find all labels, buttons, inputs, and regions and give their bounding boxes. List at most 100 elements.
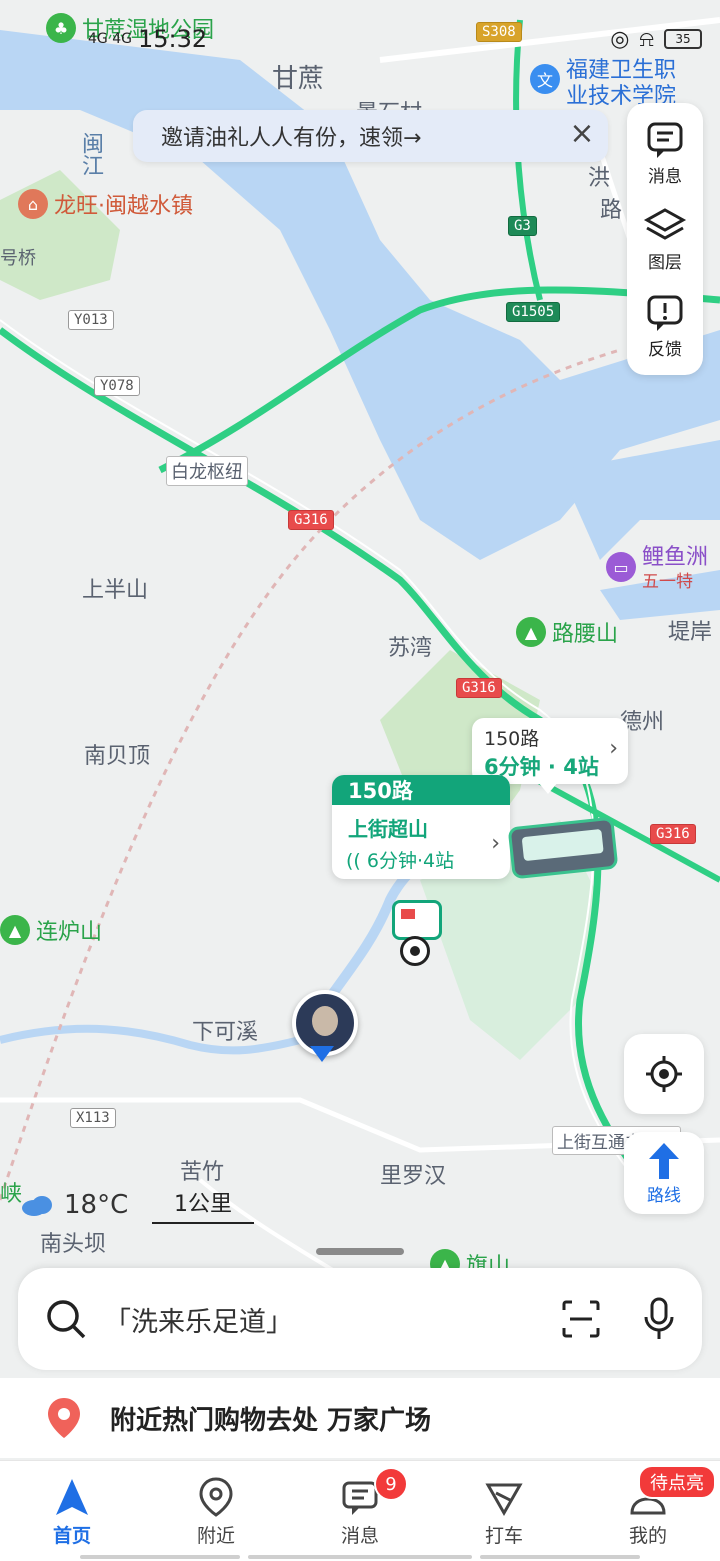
chevron-right-icon: › xyxy=(609,736,618,761)
nav-taxi[interactable]: 打车 xyxy=(432,1461,576,1561)
poi-luyaoshan-label: 路腰山 xyxy=(552,622,619,647)
map-label-hong: 洪 xyxy=(588,166,611,191)
search-input[interactable]: 「洗来乐足道」 xyxy=(104,1300,560,1339)
message-badge: 9 xyxy=(374,1467,408,1501)
bus-eta: (( 6分钟·4站 xyxy=(332,842,510,877)
mountain-icon: ▲ xyxy=(516,617,546,647)
map-label-bailong: 白龙枢纽 xyxy=(166,456,248,486)
map-label-liluohan: 里罗汉 xyxy=(380,1164,447,1189)
nav-messages-label: 消息 xyxy=(340,1524,379,1547)
message-icon xyxy=(647,122,683,158)
bus-stop-name: 上街超山 xyxy=(348,817,428,841)
network-indicator: 4G 4G xyxy=(88,31,132,47)
scan-icon[interactable] xyxy=(560,1298,602,1340)
status-bar: 4G 4G 15:32 ◎ ⍾ 35 xyxy=(88,22,702,56)
map-label-haoqiao: 号桥 xyxy=(0,248,36,269)
temperature: 18°C xyxy=(64,1190,129,1220)
route-arrow-icon xyxy=(649,1142,679,1179)
suggestion-text: 附近热门购物去处 万家广场 xyxy=(110,1405,432,1436)
nav-messages[interactable]: 消息 9 xyxy=(288,1461,432,1561)
poi-liyuzhou[interactable]: ▭ 鲤鱼洲 五一特 xyxy=(606,546,708,594)
nav-home[interactable]: 首页 xyxy=(0,1461,144,1561)
location-icon: ◎ xyxy=(610,26,630,52)
nav-underline xyxy=(80,1555,640,1559)
bus-arrival-bubble-main[interactable]: 150路 上街超山 (( 6分钟·4站 › xyxy=(332,775,510,879)
nav-nearby[interactable]: 附近 xyxy=(144,1461,288,1561)
messages-label: 消息 xyxy=(648,166,682,187)
nav-nearby-label: 附近 xyxy=(196,1524,235,1547)
nav-mine-label: 我的 xyxy=(628,1524,667,1547)
route-label: 路线 xyxy=(647,1185,681,1206)
close-icon[interactable]: × xyxy=(568,119,596,149)
drag-handle[interactable] xyxy=(316,1248,404,1255)
map-label-dian: 堤岸 xyxy=(668,620,713,645)
feedback-icon xyxy=(647,295,683,332)
road-sign-g316: G316 xyxy=(288,510,334,530)
school-icon: 文 xyxy=(530,64,560,94)
poi-lianlushan[interactable]: ▲ 连炉山 xyxy=(0,914,102,946)
road-sign-g1505: G1505 xyxy=(506,302,561,322)
scenic-icon: ⌂ xyxy=(18,189,48,219)
battery-icon: 35 xyxy=(664,29,702,49)
bottom-nav: 首页 附近 消息 9 打车 我的 待点亮 xyxy=(0,1460,720,1561)
locate-button[interactable] xyxy=(624,1034,704,1114)
promo-banner-text: 邀请油礼人人有份，速领→ xyxy=(161,126,422,151)
map-label-nanbeiding: 南贝顶 xyxy=(84,744,151,769)
route-button[interactable]: 路线 xyxy=(624,1132,704,1214)
poi-liyuzhou-label: 鲤鱼洲 xyxy=(642,545,709,570)
road-sign-x113: X113 xyxy=(70,1108,116,1128)
search-icon xyxy=(47,1300,86,1339)
map-label-lu: 路 xyxy=(600,198,623,223)
map-label-minjiang: 闽江 xyxy=(78,132,103,176)
search-bar[interactable]: 「洗来乐足道」 xyxy=(18,1268,702,1370)
hotel-icon: ▭ xyxy=(606,552,636,582)
microphone-icon[interactable] xyxy=(642,1297,676,1341)
map-label-nantouba: 南头坝 xyxy=(40,1232,107,1257)
bus-eta-text: 6分钟·4站 xyxy=(366,850,455,872)
feedback-button[interactable]: 反馈 xyxy=(643,291,687,360)
chevron-right-icon: › xyxy=(491,831,500,856)
promo-banner[interactable]: 邀请油礼人人有份，速领→ × xyxy=(133,110,608,162)
road-sign-g316: G316 xyxy=(650,824,696,844)
map-label-xia: 峡 xyxy=(0,1182,23,1207)
poi-lianlushan-label: 连炉山 xyxy=(36,920,103,945)
navigation-arrow-icon xyxy=(56,1478,88,1515)
poi-longwang[interactable]: ⌂ 龙旺·闽越水镇 xyxy=(18,188,193,220)
map-scale: 1公里 xyxy=(152,1186,254,1224)
road-sign-y013: Y013 xyxy=(68,310,114,330)
taxi-icon xyxy=(485,1483,523,1516)
status-time: 15:32 xyxy=(137,25,208,53)
layers-icon xyxy=(643,208,687,241)
tree-icon: ♣ xyxy=(46,13,76,43)
mute-bell-icon: ⍾ xyxy=(639,26,654,52)
layers-label: 图层 xyxy=(648,253,682,274)
weather-widget[interactable]: 18°C xyxy=(20,1190,128,1220)
map-label-kuzhu: 苦竹 xyxy=(180,1160,225,1185)
poi-luyaoshan[interactable]: ▲ 路腰山 xyxy=(516,616,618,648)
bubble-pointer xyxy=(538,782,558,794)
messages-button[interactable]: 消息 xyxy=(643,118,687,187)
bus-vehicle-icon[interactable] xyxy=(507,816,619,880)
map-label-suwan: 苏湾 xyxy=(388,636,433,661)
user-direction-icon xyxy=(310,1046,334,1062)
nav-home-label: 首页 xyxy=(52,1524,91,1547)
cloud-icon xyxy=(22,1196,52,1216)
poi-college-label-1: 福建卫生职 xyxy=(566,58,677,83)
bus-route-header: 150路 xyxy=(332,775,510,805)
road-sign-y078: Y078 xyxy=(94,376,140,396)
suggestion-row[interactable]: 附近热门购物去处 万家广场 xyxy=(0,1378,720,1458)
poi-longwang-label: 龙旺·闽越水镇 xyxy=(54,194,193,219)
map-tools-panel: 消息 图层 反馈 xyxy=(627,103,703,375)
nav-mine[interactable]: 我的 待点亮 xyxy=(576,1461,720,1561)
feedback-label: 反馈 xyxy=(648,340,682,361)
layers-button[interactable]: 图层 xyxy=(643,204,687,273)
poi-liyuzhou-sub: 五一特 xyxy=(642,572,693,592)
bus-stop-icon[interactable] xyxy=(392,900,442,940)
mountain-icon: ▲ xyxy=(0,915,30,945)
map-label-ganzhe: 甘蔗 xyxy=(272,64,325,94)
bus-route-label: 150路 xyxy=(484,728,540,750)
stop-location-dot xyxy=(400,936,430,966)
map-label-xiakexi: 下可溪 xyxy=(192,1020,259,1045)
location-icon xyxy=(199,1476,233,1517)
mine-badge: 待点亮 xyxy=(638,1465,716,1499)
